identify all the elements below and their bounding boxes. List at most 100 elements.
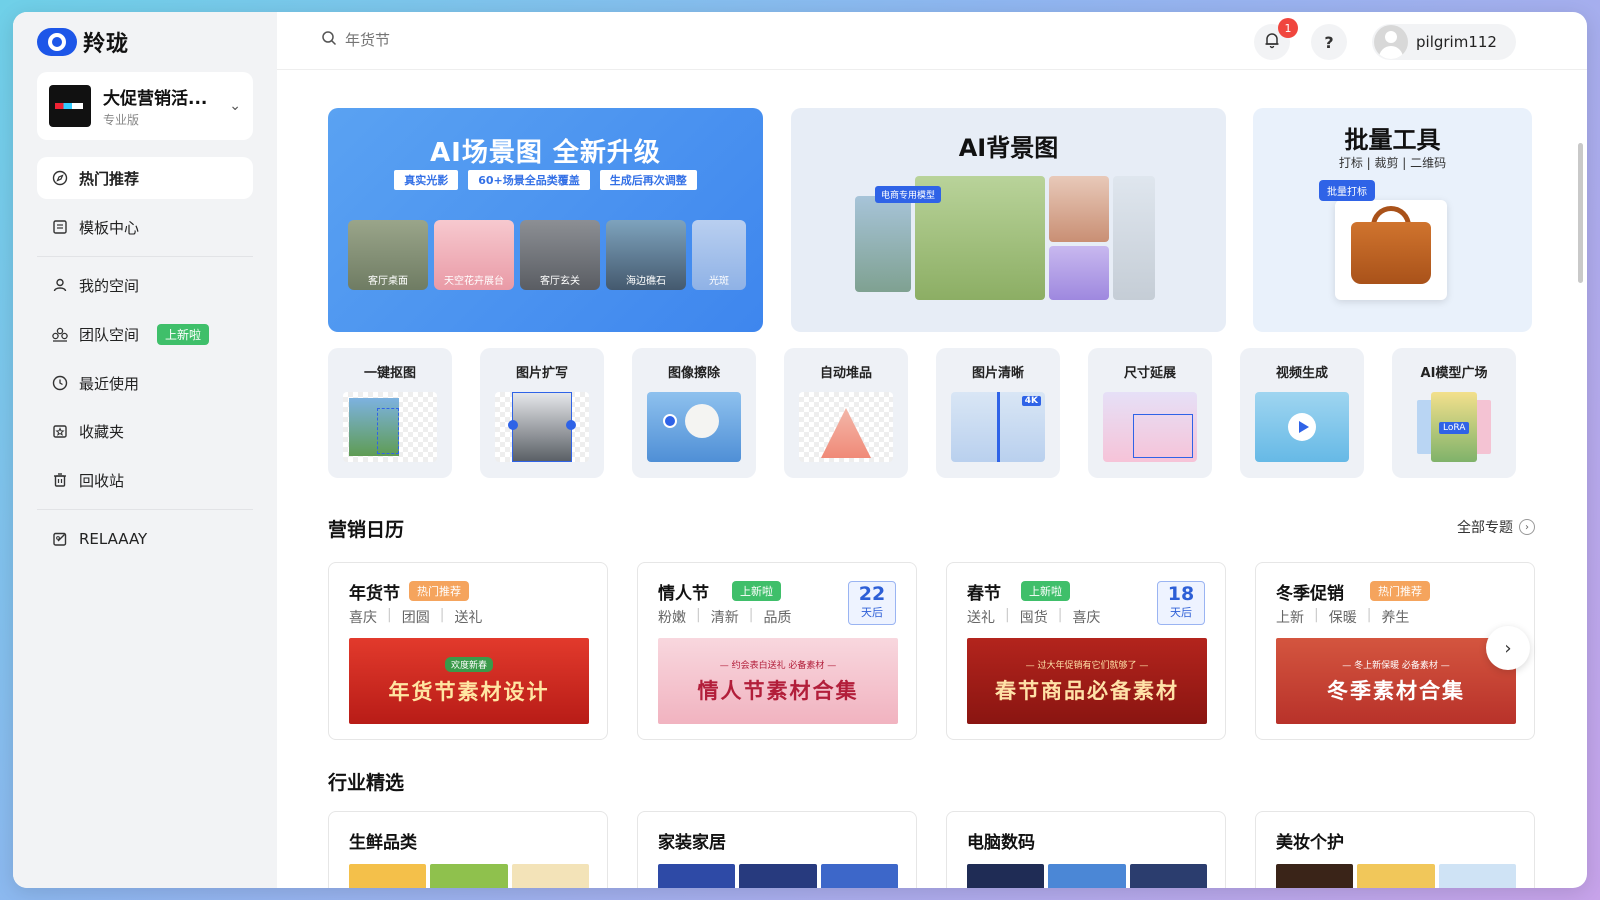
notification-button[interactable]: 1: [1254, 18, 1298, 60]
scene-thumbnail: 天空花卉展台: [434, 220, 514, 290]
days-number: 22: [858, 583, 886, 605]
tool-label: AI模型广场: [1420, 366, 1488, 381]
industry-thumbnails: [658, 864, 898, 888]
banner-title: 批量工具: [1344, 126, 1441, 154]
section-title: 营销日历: [328, 519, 405, 541]
workspace-plan: 专业版: [103, 113, 140, 127]
search-bar[interactable]: [321, 30, 545, 50]
tool-resize[interactable]: 尺寸延展: [1088, 348, 1212, 478]
new-badge: 上新啦: [157, 323, 210, 345]
industry-card[interactable]: 美妆个护: [1255, 811, 1535, 888]
top-bar: 1 ? pilgrim112: [277, 12, 1587, 70]
sidebar-item-relaaay[interactable]: RELAAAY: [37, 518, 253, 560]
days-number: 18: [1167, 583, 1195, 605]
days-unit: 天后: [1170, 606, 1192, 619]
industry-card[interactable]: 家装家居: [637, 811, 917, 888]
scene-thumbnail: 光斑: [692, 220, 746, 290]
search-icon: [321, 30, 337, 50]
sidebar-item-hot[interactable]: 热门推荐: [37, 157, 253, 199]
handbag-image: [1351, 222, 1431, 284]
sidebar-item-recent[interactable]: 最近使用: [37, 362, 253, 404]
tool-thumbnail: [343, 392, 437, 462]
divider: [37, 256, 253, 257]
hot-badge: 热门推荐: [1370, 581, 1430, 601]
4k-badge: 4K: [1021, 396, 1041, 406]
banner-text: 年货节素材设计: [388, 679, 550, 704]
lora-badge: LoRA: [1439, 422, 1470, 434]
sidebar-item-favorites[interactable]: 收藏夹: [37, 410, 253, 452]
tool-label: 自动堆品: [819, 366, 872, 381]
compass-icon: [51, 169, 69, 187]
industry-name: 美妆个护: [1276, 833, 1344, 853]
banner-tag: 真实光影: [394, 170, 459, 190]
all-topics-link[interactable]: 全部专题 ›: [1457, 517, 1535, 537]
days-countdown: 22 天后: [848, 581, 896, 625]
tool-label: 视频生成: [1275, 366, 1328, 381]
ai-background-banner[interactable]: AI背景图 电商专用模型: [791, 108, 1226, 332]
sidebar-item-team-space[interactable]: 团队空间 上新啦: [37, 313, 253, 355]
tool-enhance[interactable]: 图片清晰 4K: [936, 348, 1060, 478]
tool-label: 图片清晰: [971, 366, 1024, 381]
sidebar-item-my-space[interactable]: 我的空间: [37, 264, 253, 306]
search-input[interactable]: [345, 31, 545, 49]
vertical-scrollbar[interactable]: [1578, 143, 1583, 283]
help-button[interactable]: ?: [1311, 24, 1347, 60]
industry-card[interactable]: 电脑数码: [946, 811, 1226, 888]
tool-label: 图片扩写: [515, 366, 568, 381]
banner-caption: — 冬上新保暖 必备素材 —: [1342, 660, 1450, 671]
batch-tools-banner[interactable]: 批量工具 打标 | 裁剪 | 二维码 批量打标: [1253, 108, 1532, 332]
sidebar-item-label: 热门推荐: [79, 169, 140, 188]
keyword: 送礼: [967, 610, 995, 626]
sidebar-item-templates[interactable]: 模板中心: [37, 206, 253, 248]
tool-cutout[interactable]: 一键抠图: [328, 348, 452, 478]
tool-video[interactable]: 视频生成: [1240, 348, 1364, 478]
tool-expand[interactable]: 图片扩写: [480, 348, 604, 478]
product-card: [1335, 200, 1447, 300]
workspace-name: 大促营销活...: [103, 89, 208, 109]
event-banner-image: — 约会表白送礼 必备素材 — 情人节素材合集: [658, 638, 898, 724]
user-icon: [51, 276, 69, 294]
calendar-card[interactable]: 情人节 上新啦 粉嫩 | 清新 | 品质 22 天后 — 约会表白送礼 必备素材 —…: [637, 562, 917, 740]
ai-scene-banner[interactable]: AI场景图 全新升级 真实光影 60+场景全品类覆盖 生成后再次调整 客厅桌面 …: [328, 108, 763, 332]
tool-thumbnail: [1103, 392, 1197, 462]
content-scroll-area[interactable]: AI场景图 全新升级 真实光影 60+场景全品类覆盖 生成后再次调整 客厅桌面 …: [277, 71, 1587, 888]
play-icon: [1288, 413, 1316, 441]
carousel-next-button[interactable]: ›: [1486, 626, 1530, 670]
tool-thumbnail: 4K: [951, 392, 1045, 462]
keyword: 品质: [763, 610, 792, 626]
banner-caption: — 过大年促销有它们就够了 —: [1025, 660, 1149, 671]
logo-icon: [37, 28, 77, 56]
bell-icon: [1263, 31, 1281, 53]
thumbnail-label: 海边礁石: [626, 276, 666, 287]
user-menu[interactable]: pilgrim112: [1372, 24, 1516, 60]
banner-caption: 欢度新春: [444, 656, 493, 672]
sidebar-item-trash[interactable]: 回收站: [37, 459, 253, 501]
divider: [37, 509, 253, 510]
calendar-card[interactable]: 春节 上新啦 送礼 | 囤货 | 喜庆 18 天后 — 过大年促销有它们就够了 — …: [946, 562, 1226, 740]
sidebar-item-label: 回收站: [79, 471, 125, 490]
tool-thumbnail: [1255, 392, 1349, 462]
sidebar-item-label: RELAAAY: [79, 530, 148, 548]
keyword: 喜庆: [349, 610, 377, 626]
sidebar-item-label: 团队空间: [79, 325, 140, 344]
sidebar-item-label: 最近使用: [79, 374, 140, 393]
tool-thumbnail: LoRA: [1407, 392, 1501, 462]
workspace-switcher[interactable]: 大促营销活... 专业版 ⌄: [37, 72, 253, 140]
calendar-card[interactable]: 年货节 热门推荐 喜庆 | 团圆 | 送礼 欢度新春 年货节素材设计: [328, 562, 608, 740]
banner-tag: 生成后再次调整: [599, 170, 697, 190]
days-unit: 天后: [861, 606, 883, 619]
sidebar-item-label: 收藏夹: [79, 422, 125, 441]
tool-erase[interactable]: 图像擦除: [632, 348, 756, 478]
tool-model-plaza[interactable]: AI模型广场 LoRA: [1392, 348, 1516, 478]
section-title: 行业精选: [328, 772, 405, 794]
tool-label: 尺寸延展: [1123, 366, 1176, 381]
banner-title: AI场景图 全新升级: [430, 138, 661, 168]
tool-auto-stack[interactable]: 自动堆品: [784, 348, 908, 478]
industry-thumbnails: [967, 864, 1207, 888]
industry-card[interactable]: 生鲜品类: [328, 811, 608, 888]
app-logo[interactable]: 羚珑: [37, 26, 129, 58]
banner-caption: — 约会表白送礼 必备素材 —: [719, 660, 837, 671]
thumbnail-label: 客厅桌面: [368, 276, 408, 287]
trash-icon: [51, 471, 69, 489]
chevron-right-icon: ›: [1519, 519, 1535, 535]
